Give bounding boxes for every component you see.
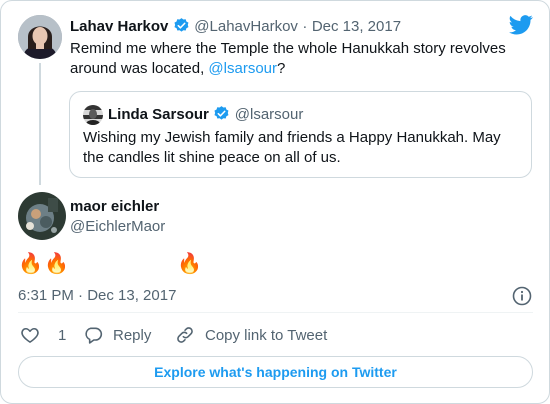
embedded-tweet-card: Lahav Harkov @LahavHarkov · Dec 13, 2017…: [0, 0, 550, 404]
like-count: 1: [58, 326, 67, 344]
heart-icon: [20, 325, 40, 345]
verified-badge-icon: [213, 105, 230, 122]
handle: @lsarsour: [234, 106, 304, 123]
handle[interactable]: @LahavHarkov: [194, 18, 298, 35]
linda-sarsour-avatar: [83, 105, 103, 125]
like-action[interactable]: 1: [20, 325, 66, 345]
reply-button[interactable]: Reply: [83, 325, 151, 345]
display-name[interactable]: Lahav Harkov: [70, 18, 168, 35]
mention-link[interactable]: @lsarsour: [208, 60, 277, 77]
maor-eichler-avatar[interactable]: [18, 192, 66, 240]
display-name: Linda Sarsour: [108, 106, 209, 123]
thread-connector-line: [39, 63, 41, 185]
verified-badge-icon: [173, 17, 190, 34]
link-icon: [175, 325, 195, 345]
divider: [18, 312, 533, 313]
twitter-bird-icon[interactable]: [509, 15, 533, 35]
speech-bubble-icon: [83, 325, 103, 345]
copy-link-button[interactable]: Copy link to Tweet: [175, 325, 327, 345]
reply-label: Reply: [113, 326, 152, 344]
copy-link-label: Copy link to Tweet: [205, 326, 328, 344]
tweet-text-part: ?: [277, 60, 286, 77]
lahav-harkov-avatar[interactable]: [18, 15, 62, 59]
explore-label: Explore what's happening on Twitter: [154, 364, 397, 380]
quoted-tweet-header: Linda Sarsour @lsarsour: [108, 105, 303, 124]
fire-emoji: 🔥: [44, 253, 69, 275]
quoted-tweet-text: Wishing my Jewish family and friends a H…: [83, 129, 501, 166]
fire-emoji: 🔥: [18, 253, 43, 275]
fire-emoji: 🔥: [177, 253, 202, 275]
separator-dot: ·: [302, 18, 308, 35]
quoted-tweet[interactable]: Linda Sarsour @lsarsour Wishing my Jewis…: [69, 91, 532, 178]
reply-timestamp[interactable]: 6:31 PM · Dec 13, 2017: [18, 287, 176, 304]
tweet-text-part: Remind me where the Temple the whole Han…: [70, 40, 506, 77]
explore-twitter-button[interactable]: Explore what's happening on Twitter: [18, 356, 533, 388]
reply-display-name[interactable]: maor eichler: [70, 198, 159, 215]
parent-tweet-text: Remind me where the Temple the whole Han…: [70, 39, 525, 79]
reply-handle[interactable]: @EichlerMaor: [70, 218, 165, 235]
info-icon[interactable]: [512, 286, 532, 306]
tweet-date[interactable]: Dec 13, 2017: [312, 18, 401, 35]
parent-tweet-header: Lahav Harkov @LahavHarkov · Dec 13, 2017: [70, 17, 401, 36]
